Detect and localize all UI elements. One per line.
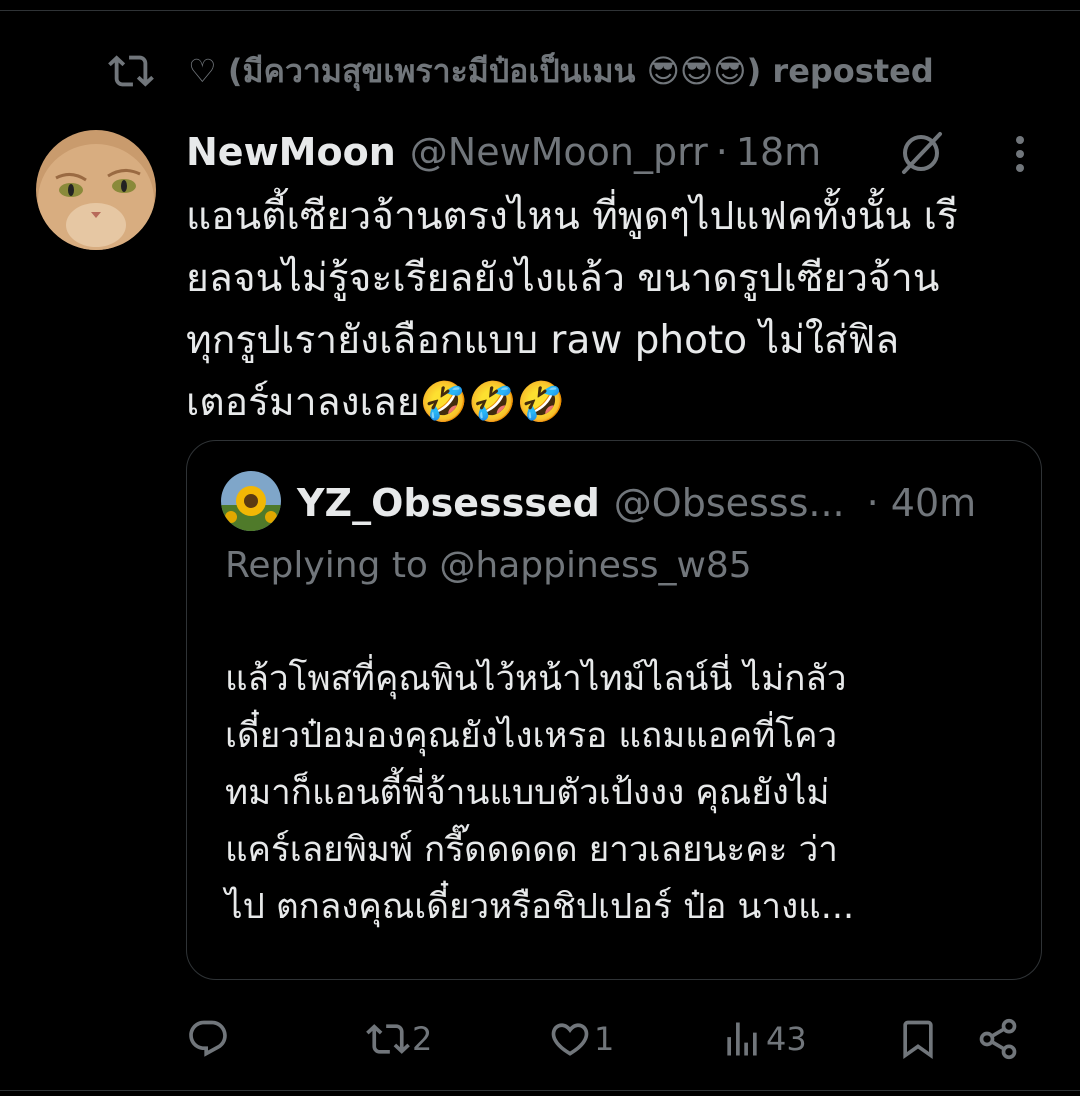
grok-icon[interactable]	[896, 128, 946, 178]
bottom-divider	[0, 1090, 1080, 1091]
quoted-text-line: ทมาก็แอนตี้พี่จ้านแบบตัวเป้งงง คุณยังไม่	[225, 773, 830, 813]
quoted-post-header: YZ_Obsesssed @Obsesss... · 40m	[297, 475, 976, 531]
quoted-text-line: แล้วโพสที่คุณพินไว้หน้าไทม์ไลน์นี่ ไม่กล…	[225, 659, 847, 699]
share-button[interactable]	[976, 1014, 1020, 1064]
views-button[interactable]: 43	[720, 1014, 807, 1064]
quoted-post-card[interactable]: YZ_Obsesssed @Obsesss... · 40m Replying …	[186, 440, 1042, 980]
views-icon	[727, 1022, 757, 1056]
author-display-name[interactable]: NewMoon	[186, 130, 396, 174]
quoted-author-display-name[interactable]: YZ_Obsesssed	[297, 481, 600, 525]
bookmark-button[interactable]	[896, 1014, 940, 1064]
quoted-post-text: แล้วโพสที่คุณพินไว้หน้าไทม์ไลน์นี่ ไม่กล…	[225, 651, 1015, 936]
post-header: NewMoon @NewMoon_prr · 18m	[186, 124, 821, 180]
share-icon	[979, 1018, 1017, 1060]
quoted-text-line: เดี๋ยวป๋อมองคุณยังไงเหรอ แถมแอคที่โคว	[225, 716, 838, 756]
like-count: 1	[594, 1020, 615, 1058]
sunflower-avatar-image	[221, 471, 281, 531]
reply-button[interactable]	[186, 1014, 232, 1064]
quoted-text-line: แคร์เลยพิมพ์ กรี๊ดดดดด ยาวเลยนะคะ ว่า	[225, 830, 838, 870]
quoted-post-timestamp[interactable]: · 40m	[867, 481, 977, 525]
post-text: แอนตี้เซียวจ้านตรงไหน ที่พูดๆไปแฟคทั้งนั…	[186, 186, 1046, 434]
cat-avatar-image	[36, 130, 156, 250]
more-icon[interactable]	[1002, 132, 1038, 176]
action-bar: 2 1 43	[0, 1014, 1080, 1064]
like-button[interactable]: 1	[548, 1014, 614, 1064]
repost-icon	[366, 1024, 410, 1054]
top-divider	[0, 10, 1080, 11]
post-text-line: ทุกรูปเรายังเลือกแบบ raw photo ไม่ใส่ฟิล	[186, 318, 900, 363]
post-text-line: ยลจนไม่รู้จะเรียลยังไงแล้ว ขนาดรูปเซียวจ…	[186, 256, 940, 301]
header-separator: ·	[715, 130, 728, 174]
repost-label: ♡ (มีความสุขเพราะมีป๋อเป็นเมน 😎😎😎) repos…	[188, 51, 934, 90]
views-count: 43	[766, 1020, 807, 1058]
replying-to-label[interactable]: Replying to @happiness_w85	[225, 545, 752, 586]
quoted-author-avatar[interactable]	[221, 471, 281, 531]
author-handle[interactable]: @NewMoon_prr	[410, 130, 708, 174]
bookmark-icon	[903, 1020, 933, 1060]
repost-count: 2	[412, 1020, 433, 1058]
quoted-author-handle[interactable]: @Obsesss...	[614, 481, 845, 525]
author-avatar[interactable]	[36, 130, 156, 250]
repost-banner[interactable]: ♡ (มีความสุขเพราะมีป๋อเป็นเมน 😎😎😎) repos…	[108, 48, 934, 94]
repost-icon	[108, 55, 154, 87]
reply-icon	[189, 1020, 227, 1057]
repost-button[interactable]: 2	[366, 1014, 432, 1064]
post-text-line: เตอร์มาลงเลย🤣🤣🤣	[186, 380, 566, 425]
like-icon	[551, 1023, 589, 1056]
quoted-text-line: ไป ตกลงคุณเดี๋ยวหรือชิปเปอร์ ป๋อ นางแ...	[225, 887, 855, 927]
post-text-line: แอนตี้เซียวจ้านตรงไหน ที่พูดๆไปแฟคทั้งนั…	[186, 194, 958, 239]
post-timestamp[interactable]: 18m	[736, 130, 821, 174]
